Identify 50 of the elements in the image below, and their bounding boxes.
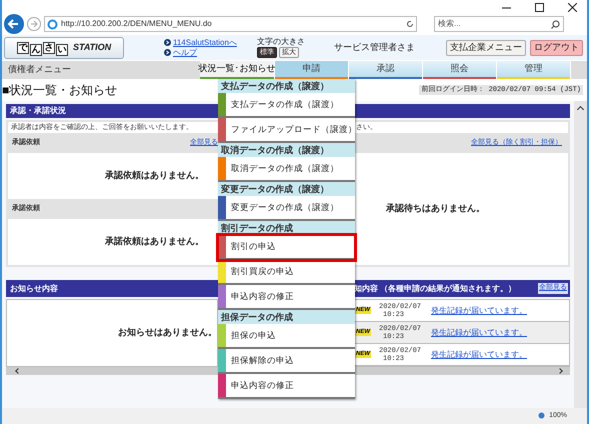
section-header: お知らせ内容 [6,280,218,297]
menu-item[interactable]: 割引の申込 [218,235,355,260]
notice-link[interactable]: 発生記録が届いています。 [431,326,528,338]
scrollbar[interactable] [354,367,570,375]
menu-group-header: 支払データの作成（譲渡） [218,79,355,93]
menu-item[interactable]: 支払データの作成（譲渡） [218,93,355,118]
empty-message: 承諾依頼はありません。 [105,235,204,248]
nav-bar: 債権者メニュー 状況一覧･お知らせ 申請 承認 照会 管理 [2,61,587,79]
scroll-left-icon[interactable] [15,368,21,374]
refresh-icon[interactable] [406,20,414,28]
logout-button[interactable]: ログアウト [530,40,583,56]
menu-button[interactable]: 支払企業メニュー [446,40,526,56]
nav-tab[interactable]: 状況一覧･お知らせ [200,61,275,79]
menu-item[interactable]: 申込内容の修正 [218,285,355,310]
nav-tab[interactable]: 照会 [423,61,497,79]
empty-message: 承認待ちはありません。 [386,202,485,216]
nav-tab[interactable]: 承認 [349,61,423,79]
scrollbar[interactable] [574,101,587,408]
maximize-icon[interactable] [535,2,544,12]
page-title: ■状況一覧・お知らせ [2,82,118,99]
scroll-right-icon[interactable] [557,368,563,374]
arrow-icon [164,39,171,46]
nav-tab[interactable]: 管理 [497,61,571,79]
menu-item[interactable]: 担保解除の申込 [218,349,355,374]
menu-item[interactable]: 割引買戻の申込 [218,260,355,285]
font-size-label: 文字の大きさ [256,37,305,47]
search-icon [551,20,560,28]
search-field[interactable]: 検索... [434,16,564,32]
header-link[interactable]: ヘルプ [173,48,197,58]
menu-group-header: 取消データの作成（譲渡） [218,143,355,157]
arrow-icon [164,49,171,56]
menu-item[interactable]: 申込内容の修正 [218,374,355,399]
address-bar[interactable]: http://10.200.200.2/DEN/MENU_MENU.do [44,16,417,32]
header-link[interactable]: 114SalutStationへ [173,38,237,48]
menu-item[interactable]: ファイルアップロード（譲渡） [218,118,355,143]
menu-group-header: 変更データの作成（譲渡） [218,182,355,196]
logo[interactable]: で ん さ い STATION [4,36,124,58]
empty-message: 承認依頼はありません。 [105,169,204,182]
nav-tab[interactable]: 申請 [275,61,349,79]
user-name: サービス管理者さま [334,40,415,54]
menu-item[interactable]: 変更データの作成（譲渡） [218,196,355,221]
menu-item[interactable]: 取消データの作成（譲渡） [218,157,355,182]
scrollbar[interactable] [6,367,218,375]
notice-link[interactable]: 発生記録が届いています。 [431,348,528,360]
menu-item[interactable]: 担保の申込 [218,324,355,349]
notice-link[interactable]: 発生記録が届いています。 [431,304,528,316]
menu-group-header: 担保データの作成 [218,310,355,324]
empty-message: お知らせはありません。 [118,326,217,340]
back-icon[interactable] [4,14,24,34]
close-icon[interactable] [568,2,577,12]
